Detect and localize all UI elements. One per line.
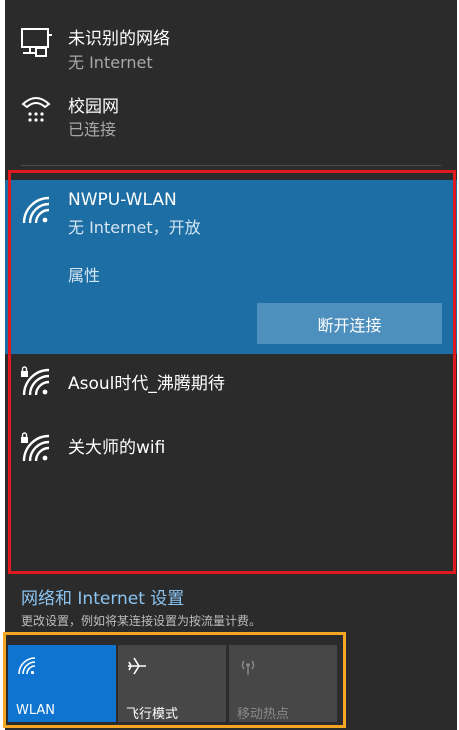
properties-link[interactable]: 属性 (68, 262, 100, 286)
airplane-icon (128, 657, 146, 675)
network-flyout: 未识别的网络 无 Internet 校园网 已连接 NWPU-WLAN 无 In… (5, 0, 457, 730)
quick-action-wlan[interactable]: WLAN (8, 645, 116, 722)
tile-label: 飞行模式 (126, 707, 179, 722)
connection-status: 无 Internet (68, 53, 153, 72)
wifi-secured-icon (21, 366, 50, 396)
connection-status: 已连接 (68, 120, 117, 139)
wifi-network-guan[interactable]: 关大师的wifi (5, 423, 457, 473)
dialup-icon (21, 97, 51, 122)
connection-campus-network[interactable]: 校园网 已连接 (5, 86, 457, 146)
tile-label: WLAN (16, 703, 56, 718)
wifi-status: 无 Internet，开放 (68, 218, 201, 237)
wifi-name: Asoul时代_沸腾期待 (68, 374, 225, 394)
quick-action-mobile-hotspot[interactable]: 移动热点 (229, 645, 337, 722)
disconnect-button[interactable]: 断开连接 (257, 303, 442, 344)
wifi-secured-icon (21, 432, 50, 462)
connection-name: 未识别的网络 (68, 29, 170, 49)
wifi-name: 关大师的wifi (68, 438, 166, 458)
quick-action-airplane-mode[interactable]: 飞行模式 (118, 645, 226, 722)
network-settings-description: 更改设置，例如将某连接设置为按流量计费。 (21, 614, 262, 628)
wifi-network-asoul[interactable]: Asoul时代_沸腾期待 (5, 357, 457, 407)
wifi-icon (22, 196, 50, 224)
connection-unidentified-network[interactable]: 未识别的网络 无 Internet (5, 16, 457, 76)
connection-name: 校园网 (68, 97, 119, 117)
divider (21, 165, 441, 166)
hotspot-icon (241, 660, 255, 675)
network-internet-settings-link[interactable]: 网络和 Internet 设置 (21, 584, 184, 609)
tile-label: 移动热点 (237, 707, 290, 722)
ethernet-icon (21, 28, 52, 57)
wifi-name: NWPU-WLAN (68, 190, 177, 210)
wifi-network-nwpu-wlan[interactable]: NWPU-WLAN 无 Internet，开放 属性 断开连接 (5, 180, 457, 354)
wifi-icon (18, 657, 36, 675)
